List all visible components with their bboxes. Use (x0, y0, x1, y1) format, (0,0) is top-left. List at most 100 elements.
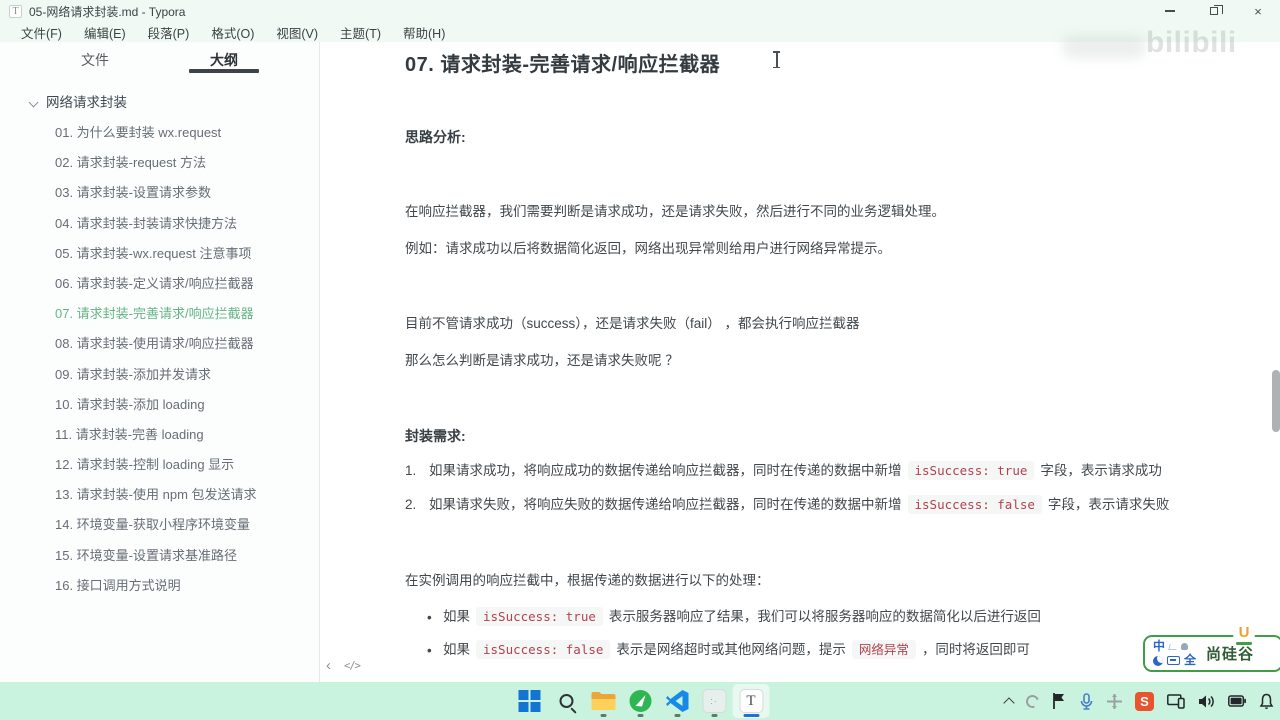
ordered-list-item-2: 2. 如果请求失败，将响应失败的数据传递给响应拦截器，同时在传递的数据中新增 isS… (405, 495, 1170, 514)
outline-item-06[interactable]: 06. 请求封装-定义请求/响应拦截器 (0, 269, 319, 299)
running-app-indicator (600, 714, 606, 717)
bullet-dot: • (427, 643, 432, 658)
ime-brand-badge: 中 全 尚硅谷 U (1143, 623, 1280, 672)
outline-item-16[interactable]: 16. 接口调用方式说明 (0, 571, 319, 601)
search-icon (559, 694, 573, 708)
text-cursor (773, 51, 780, 68)
paragraph: 那么怎么判断是请求成功，还是请求失败呢 ？ (405, 353, 679, 368)
inline-code: isSuccess: true (476, 607, 603, 626)
doc-heading: 07. 请求封装-完善请求/响应拦截器 (405, 54, 721, 76)
moon-icon[interactable] (1153, 655, 1163, 666)
menu-help[interactable]: 帮助(H) (392, 23, 456, 42)
paragraph: 在实例调用的响应拦截中，根据传递的数据进行以下的处理： (405, 573, 770, 588)
inline-code: isSuccess: true (907, 461, 1035, 480)
inline-code: isSuccess: false (907, 495, 1042, 514)
volume-icon[interactable] (1198, 694, 1215, 709)
outline-item-15[interactable]: 15. 环境变量-设置请求基准路径 (0, 541, 319, 571)
ime-toolbar[interactable]: 中 全 (1153, 640, 1196, 667)
sidebar: 文件 大纲 网络请求封装 01. 为什么要封装 wx.request 02. 请… (0, 42, 320, 682)
title-bar: T 05-网络请求封装.md - Typora (0, 0, 1280, 22)
menu-paragraph[interactable]: 段落(P) (137, 23, 201, 42)
ime-fullwidth-mode[interactable]: 全 (1184, 654, 1196, 667)
outline-item-14[interactable]: 14. 环境变量-获取小程序环境变量 (0, 510, 319, 540)
menu-view[interactable]: 视图(V) (265, 23, 329, 42)
paragraph: 目前不管请求成功（success），还是请求失败（fail） ，都会执行响应拦截… (405, 316, 860, 331)
atguigu-brand: 尚硅谷 (1206, 646, 1255, 663)
scrollbar-thumb[interactable] (1272, 370, 1280, 432)
document-area[interactable]: 07. 请求封装-完善请求/响应拦截器 思路分析: 在响应拦截器，我们需要判断是… (321, 42, 1280, 682)
tab-files[interactable]: 文件 (60, 50, 130, 70)
menu-edit[interactable]: 编辑(E) (73, 23, 137, 42)
outline-item-09[interactable]: 09. 请求封装-添加并发请求 (0, 360, 319, 390)
outline-item-12[interactable]: 12. 请求封装-控制 loading 显示 (0, 450, 319, 480)
outline-item-02[interactable]: 02. 请求封装-request 方法 (0, 148, 319, 178)
wechat-devtools-button[interactable] (622, 684, 659, 718)
outline-item-11[interactable]: 11. 请求封装-完善 loading (0, 420, 319, 450)
restore-icon (1210, 4, 1223, 15)
system-tray: S (1003, 682, 1274, 720)
bullet-dot: • (427, 610, 432, 625)
wechat-devtools-icon (629, 690, 651, 712)
menu-theme[interactable]: 主题(T) (329, 23, 392, 42)
atguigu-logo-icon: U (1233, 623, 1255, 645)
background-app-icon: :· (702, 689, 726, 713)
tab-outline[interactable]: 大纲 (189, 50, 259, 70)
minimize-icon (1165, 10, 1175, 12)
vscode-button[interactable] (659, 684, 696, 718)
analysis-label: 思路分析: (405, 129, 466, 145)
start-button[interactable] (511, 684, 548, 718)
paragraph: 在响应拦截器，我们需要判断是请求成功，还是请求失败，然后进行不同的业务逻辑处理。 (405, 204, 945, 219)
minimize-button[interactable] (1148, 0, 1192, 22)
menu-file[interactable]: 文件(F) (10, 23, 73, 42)
outline-item-04[interactable]: 04. 请求封装-封装请求快捷方法 (0, 209, 319, 239)
windows-logo-icon (518, 690, 540, 712)
typora-taskbar-button[interactable]: T (732, 684, 770, 718)
window-title: 05-网络请求封装.md - Typora (29, 4, 186, 19)
typora-icon: T (739, 689, 763, 713)
require-label: 封装需求: (405, 428, 466, 444)
move-icon[interactable] (1107, 693, 1122, 709)
close-button[interactable]: × (1236, 0, 1280, 22)
sogou-input-icon[interactable]: S (1135, 691, 1154, 711)
sync-icon[interactable] (1023, 692, 1042, 710)
outline-item-01[interactable]: 01. 为什么要封装 wx.request (0, 118, 319, 148)
outline-root[interactable]: 网络请求封装 (0, 88, 319, 118)
inline-code: 网络异常 (851, 640, 916, 659)
typora-app-icon: T (9, 4, 22, 18)
flag-icon[interactable] (1052, 693, 1066, 709)
hidden-icons-chevron-icon[interactable] (1003, 697, 1015, 709)
outline-item-08[interactable]: 08. 请求封装-使用请求/响应拦截器 (0, 329, 319, 359)
running-app-indicator (711, 714, 717, 717)
window-controls: × (1148, 0, 1280, 22)
source-mode-icon[interactable]: </> (344, 656, 361, 676)
chevron-down-icon (28, 97, 39, 108)
restore-button[interactable] (1192, 0, 1236, 22)
active-app-indicator (743, 714, 759, 717)
ime-chinese-mode[interactable]: 中 (1153, 640, 1165, 653)
cast-display-icon[interactable] (1167, 693, 1185, 709)
bullet-item-1: • 如果 isSuccess: true 表示服务器响应了结果，我们可以将服务器响应的… (427, 607, 1220, 628)
running-app-indicator (674, 714, 680, 717)
keyboard-icon[interactable] (1167, 656, 1180, 665)
running-app-indicator (637, 714, 643, 717)
paragraph: 例如：请求成功以后将数据简化返回，网络出现异常则给用户进行网络异常提示。 (405, 241, 891, 256)
sidebar-collapse-icon[interactable]: ‹ (326, 656, 331, 676)
outline-item-03[interactable]: 03. 请求封装-设置请求参数 (0, 178, 319, 208)
menu-format[interactable]: 格式(O) (200, 23, 265, 42)
file-explorer-button[interactable] (585, 684, 622, 718)
microphone-icon[interactable] (1079, 692, 1094, 710)
outline-tree: 网络请求封装 01. 为什么要封装 wx.request 02. 请求封装-re… (0, 88, 319, 601)
outline-item-10[interactable]: 10. 请求封装-添加 loading (0, 390, 319, 420)
taskbar: :· T S (0, 682, 1280, 720)
battery-icon[interactable] (1228, 695, 1246, 707)
outline-item-05[interactable]: 05. 请求封装-wx.request 注意事项 (0, 239, 319, 269)
background-app-button[interactable]: :· (696, 684, 733, 718)
ime-account-icon[interactable] (1181, 643, 1189, 650)
inline-code: isSuccess: false (476, 640, 611, 659)
outline-item-07-active[interactable]: 07. 请求封装-完善请求/响应拦截器 (0, 299, 319, 329)
ordered-list-item-1: 1. 如果请求成功，将响应成功的数据传递给响应拦截器，同时在传递的数据中新增 isS… (405, 461, 1162, 480)
ime-punct-icon[interactable] (1168, 643, 1178, 650)
search-button[interactable] (548, 684, 585, 718)
outline-item-13[interactable]: 13. 请求封装-使用 npm 包发送请求 (0, 480, 319, 510)
bell-icon[interactable] (1259, 693, 1274, 709)
